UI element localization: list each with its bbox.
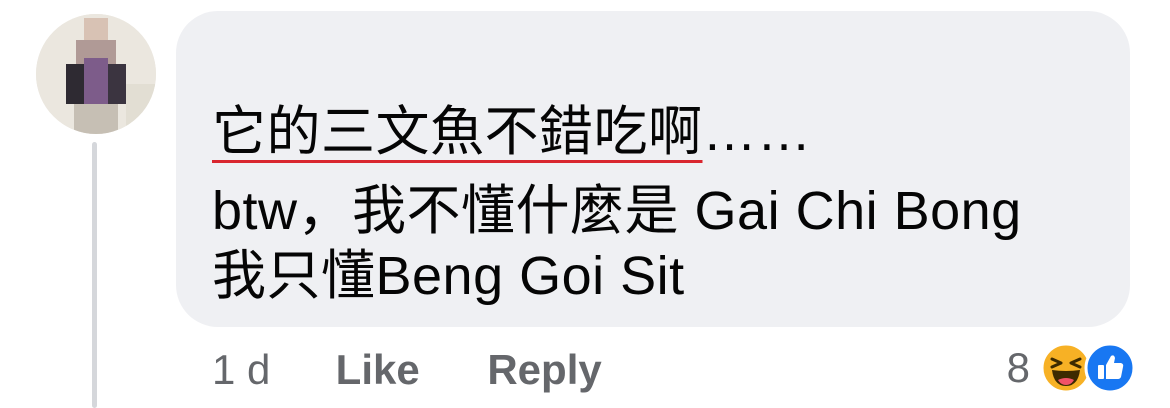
comment-text-line-1: 它的三文魚不錯吃啊……: [212, 100, 812, 164]
ellipsis-text: ……: [702, 102, 812, 162]
reply-button[interactable]: Reply: [487, 344, 601, 396]
reaction-count: 8: [1006, 344, 1030, 391]
comment-actions: 1 d Like Reply: [212, 344, 602, 396]
comment-text-line-2: btw，我不懂什麼是 Gai Chi Bong: [212, 181, 1022, 241]
comment-text-line-3: 我只懂Beng Goi Sit: [212, 246, 685, 306]
like-button[interactable]: Like: [336, 344, 476, 396]
reactions-summary[interactable]: 8: [1007, 340, 1136, 396]
thumbs-up-icon: [1084, 342, 1136, 394]
avatar[interactable]: [36, 14, 156, 134]
underlined-text: 它的三文魚不錯吃啊: [212, 102, 703, 162]
reply-thread-line: [92, 142, 97, 408]
blurred-avatar-image: [36, 14, 156, 134]
timestamp[interactable]: 1 d: [212, 344, 324, 396]
author-name-blurred[interactable]: [212, 50, 704, 88]
